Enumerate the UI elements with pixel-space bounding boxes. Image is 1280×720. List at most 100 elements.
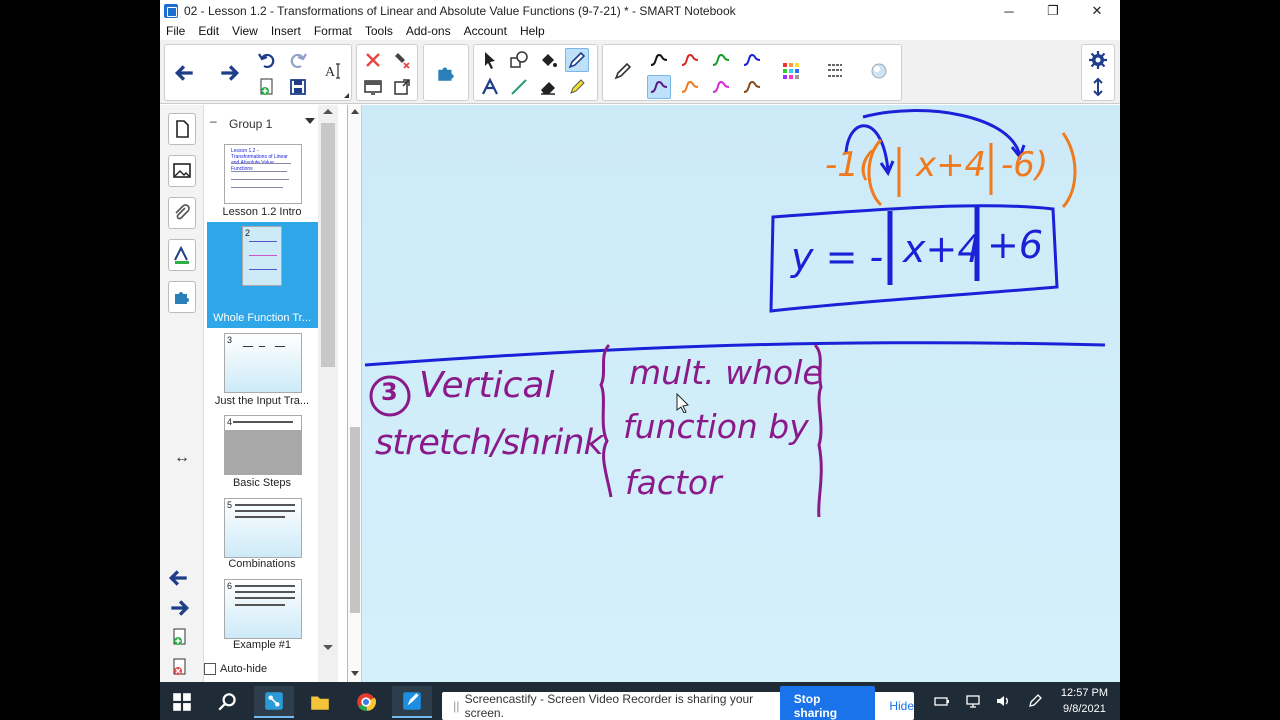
top-equation-abs: x+4 (916, 145, 987, 185)
undo-button[interactable] (255, 48, 279, 72)
scroll-down-icon[interactable] (323, 645, 333, 650)
effects-button[interactable] (867, 59, 891, 83)
description-line-3: factor (625, 463, 722, 502)
menu-addons[interactable]: Add-ons (406, 24, 451, 38)
close-button[interactable]: ✕ (1075, 0, 1119, 22)
menu-insert[interactable]: Insert (271, 24, 301, 38)
pen-style-red[interactable] (678, 48, 702, 72)
dropdown-arrow-icon[interactable] (344, 93, 349, 98)
title-bar: 02 - Lesson 1.2 - Transformations of Lin… (160, 0, 1120, 22)
sorter-scrollbar[interactable] (318, 105, 338, 682)
page-thumbnail-4[interactable]: 4 (224, 415, 302, 475)
fill-tool-button[interactable] (536, 48, 560, 72)
menu-help[interactable]: Help (520, 24, 545, 38)
canvas-scroll-thumb[interactable] (350, 427, 360, 613)
add-ons-button[interactable] (428, 48, 464, 98)
clear-ink-icon (395, 53, 410, 69)
taskbar-app-file-explorer[interactable] (300, 686, 340, 718)
tray-pen-icon[interactable] (1026, 692, 1044, 710)
taskbar-app-smart-notebook[interactable] (392, 686, 432, 718)
pen-style-purple-selected[interactable] (647, 75, 671, 99)
hide-banner-button[interactable]: Hide (889, 699, 914, 713)
taskbar-app-chrome[interactable] (346, 686, 386, 718)
sidebar-delete-page-button[interactable] (170, 657, 194, 681)
pen-type-button[interactable] (611, 59, 635, 83)
tray-network-icon[interactable] (964, 692, 982, 710)
tray-battery-icon[interactable] (933, 692, 951, 710)
attachments-tab[interactable] (168, 197, 196, 229)
pen-style-green[interactable] (709, 48, 733, 72)
full-screen-button[interactable] (390, 75, 414, 99)
taskbar-clock[interactable]: 12:57 PM 9/8/2021 (1061, 685, 1108, 717)
sidebar-add-page-button[interactable] (170, 627, 194, 651)
drag-handle-icon[interactable]: || (448, 699, 465, 713)
tray-volume-icon[interactable] (994, 692, 1012, 710)
text-format-button[interactable]: A (321, 59, 345, 83)
menu-format[interactable]: Format (314, 24, 352, 38)
menu-file[interactable]: File (166, 24, 185, 38)
group-dropdown-icon[interactable] (305, 118, 315, 124)
pen-tool-button[interactable] (565, 48, 589, 72)
previous-page-button[interactable] (167, 48, 203, 98)
taskbar-app-network[interactable] (254, 686, 294, 718)
settings-button[interactable] (1086, 48, 1110, 72)
resize-sidebar-icon[interactable]: ↔ (168, 449, 196, 467)
eraser-tool-button[interactable] (536, 75, 560, 99)
minimize-button[interactable]: ─ (987, 0, 1031, 22)
page-thumbnail-3[interactable]: 3 (224, 333, 302, 393)
search-button[interactable] (208, 686, 248, 718)
whiteboard-canvas[interactable]: -1( x+4 -6) y = - x+4 +6 3 Vertical stre… (347, 105, 1120, 682)
auto-hide-option[interactable]: Auto-hide (204, 663, 267, 675)
canvas-scrollbar[interactable] (348, 105, 362, 682)
sidebar-prev-page-button[interactable] (168, 567, 196, 589)
screen-shade-button[interactable] (361, 75, 385, 99)
page-thumbnail-2[interactable]: 2 (242, 226, 282, 286)
toolbar-position-button[interactable] (1086, 75, 1110, 99)
page-label-5: Combinations (228, 558, 296, 570)
page-thumbnail-6[interactable]: 6 (224, 579, 302, 639)
description-line-1: mult. whole (629, 353, 823, 392)
menu-account[interactable]: Account (464, 24, 507, 38)
add-ons-tab[interactable] (168, 281, 196, 313)
menu-tools[interactable]: Tools (365, 24, 393, 38)
page-sorter-tab[interactable] (168, 113, 196, 145)
select-tool-button[interactable] (478, 48, 502, 72)
properties-tab[interactable] (168, 239, 196, 271)
menu-bar: File Edit View Insert Format Tools Add-o… (160, 22, 1120, 40)
next-page-button[interactable] (211, 48, 247, 98)
menu-edit[interactable]: Edit (198, 24, 219, 38)
clear-ink-button[interactable] (390, 48, 414, 72)
shapes-tool-button[interactable] (507, 48, 531, 72)
text-tool-button[interactable] (478, 75, 502, 99)
redo-button[interactable] (286, 48, 310, 72)
heading-line-1: Vertical (419, 365, 555, 406)
scroll-up-icon[interactable] (323, 109, 333, 114)
page-thumbnail-5[interactable]: 5 (224, 498, 302, 558)
highlighter-tool-button[interactable] (565, 75, 589, 99)
pen-style-black[interactable] (647, 48, 671, 72)
save-button[interactable] (286, 75, 310, 99)
add-page-button[interactable] (255, 75, 279, 99)
squiggle-orange-icon (681, 80, 699, 93)
group-header[interactable]: – Group 1 (204, 114, 324, 135)
pen-style-brown[interactable] (740, 75, 764, 99)
menu-view[interactable]: View (232, 24, 258, 38)
line-style-button[interactable] (823, 59, 847, 83)
collapse-icon[interactable]: – (210, 114, 217, 128)
restore-button[interactable]: ❐ (1031, 0, 1075, 22)
stop-sharing-button[interactable]: Stop sharing (779, 686, 876, 720)
sorter-scroll-thumb[interactable] (321, 123, 335, 367)
start-button[interactable] (162, 686, 202, 718)
gallery-tab[interactable] (168, 155, 196, 187)
pen-style-blue[interactable] (740, 48, 764, 72)
page-thumbnail-1[interactable]: Lesson 1.2 - Transformations of Linear a… (224, 144, 302, 204)
auto-hide-checkbox[interactable] (204, 663, 216, 675)
share-message: Screencastify - Screen Video Recorder is… (464, 692, 754, 720)
line-tool-button[interactable] (507, 75, 531, 99)
delete-button[interactable] (361, 48, 385, 72)
pen-style-magenta[interactable] (709, 75, 733, 99)
color-palette-button[interactable] (779, 59, 803, 83)
text-recognition-icon: A (325, 63, 340, 80)
sidebar-next-page-button[interactable] (168, 597, 196, 619)
pen-style-orange[interactable] (678, 75, 702, 99)
